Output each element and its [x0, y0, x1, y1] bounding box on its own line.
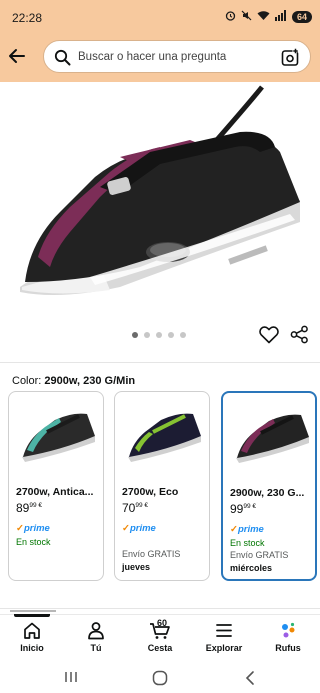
nav-rufus[interactable]: Rufus: [256, 621, 320, 653]
variant-label: Color:: [12, 375, 42, 387]
divider: [0, 362, 320, 363]
nav-cart[interactable]: 60 Cesta: [128, 618, 192, 653]
camera-lens-icon[interactable]: [281, 48, 300, 67]
share-icon[interactable]: [290, 325, 309, 344]
nav-home-label: Inicio: [20, 643, 44, 653]
bottom-nav: Inicio Tú 60 Cesta Explorar Rufus: [0, 614, 320, 664]
battery-icon: 64: [291, 11, 312, 23]
recent-apps-icon[interactable]: [64, 670, 78, 689]
variant-price: 7099 €: [122, 501, 149, 515]
gallery-dot[interactable]: [156, 332, 162, 338]
variant-price: 9999 €: [230, 502, 257, 516]
status-time: 22:28: [12, 11, 43, 25]
delivery-day: miércoles: [230, 563, 273, 573]
delivery-day: jueves: [122, 562, 151, 572]
mute-icon: [241, 10, 252, 24]
gallery-dot[interactable]: [180, 332, 186, 338]
status-bar: 22:28 64: [0, 0, 320, 34]
status-icons: 64: [225, 10, 312, 24]
shipping-info: Envío GRATIS: [230, 550, 289, 560]
back-button-icon[interactable]: [244, 670, 256, 691]
variant-selector-label: Color: 2900w, 230 G/Min: [12, 375, 135, 387]
variant-thumbnail: [17, 402, 97, 472]
variant-card-selected[interactable]: 2900w, 230 G... 9999 € ✓prime En stock E…: [221, 391, 317, 581]
signal-icon: [274, 10, 287, 24]
nav-explore[interactable]: Explorar: [192, 621, 256, 653]
stock-status: En stock: [16, 537, 51, 547]
back-arrow-icon[interactable]: [7, 46, 27, 66]
prime-badge: ✓prime: [122, 523, 156, 534]
nav-home[interactable]: Inicio: [0, 614, 64, 653]
variant-thumbnail: [123, 402, 203, 472]
variant-name: 2700w, Antica...: [16, 486, 94, 498]
gallery-dot[interactable]: [168, 332, 174, 338]
search-input[interactable]: Buscar o hacer una pregunta: [78, 51, 226, 63]
stock-status: En stock: [230, 538, 265, 548]
prime-badge: ✓prime: [16, 523, 50, 534]
rufus-icon: [282, 622, 295, 638]
person-icon: [88, 622, 104, 640]
search-icon: [54, 49, 71, 66]
variant-price: 8999 €: [16, 501, 43, 515]
system-nav-bar: [0, 664, 320, 693]
home-button-icon[interactable]: [152, 670, 168, 691]
variant-card[interactable]: 2700w, Antica... 8999 € ✓prime En stock: [8, 391, 104, 581]
nav-rufus-label: Rufus: [275, 643, 301, 653]
variant-name: 2900w, 230 G...: [230, 487, 305, 499]
shipping-info: Envío GRATIS: [122, 549, 181, 559]
heart-icon[interactable]: [259, 325, 279, 344]
wifi-icon: [257, 10, 270, 24]
cart-count-badge: 60: [157, 618, 168, 628]
variant-thumbnail: [231, 403, 311, 473]
variant-card[interactable]: 2700w, Eco 7099 € ✓prime Envío GRATIS ju…: [114, 391, 210, 581]
prime-badge: ✓prime: [230, 524, 264, 535]
alarm-icon: [225, 10, 236, 24]
nav-you-label: Tú: [90, 643, 102, 653]
home-icon: [24, 622, 40, 639]
nav-you[interactable]: Tú: [64, 621, 128, 653]
gallery-dot[interactable]: [144, 332, 150, 338]
header: 22:28 64 Buscar o hacer una pregunta: [0, 0, 320, 82]
variant-name: 2700w, Eco: [122, 486, 179, 498]
gallery-pagination[interactable]: [132, 332, 186, 338]
nav-explore-label: Explorar: [205, 643, 243, 653]
variant-selected: 2900w, 230 G/Min: [44, 375, 136, 387]
gallery-dot[interactable]: [132, 332, 138, 338]
search-bar[interactable]: Buscar o hacer una pregunta: [43, 40, 311, 73]
divider: [0, 608, 320, 609]
menu-icon: [216, 624, 232, 637]
product-image[interactable]: [0, 82, 320, 318]
scroll-indicator: [10, 610, 56, 612]
nav-cart-label: Cesta: [147, 643, 173, 653]
